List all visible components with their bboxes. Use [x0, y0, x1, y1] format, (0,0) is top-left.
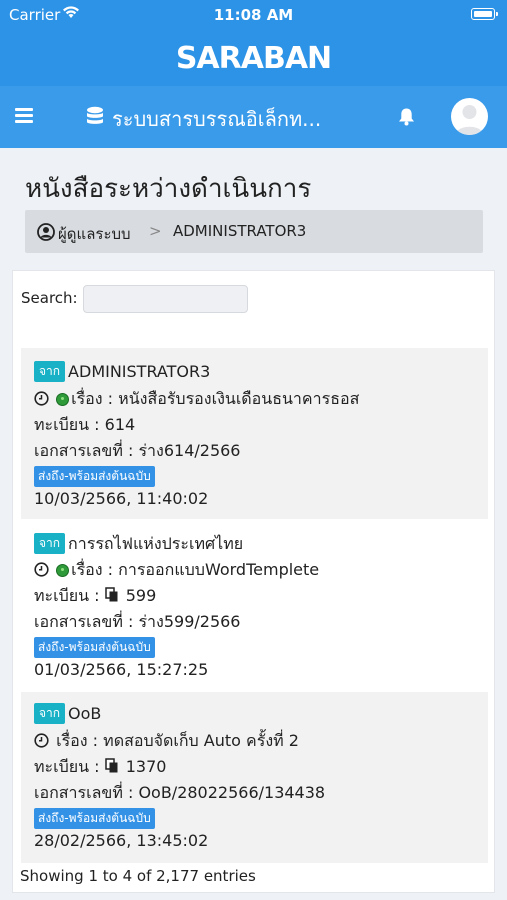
subject-label: เรื่อง : — [56, 731, 99, 750]
breadcrumb: ผู้ดูแลระบบ > ADMINISTRATOR3 — [25, 210, 483, 253]
status-dot-icon — [56, 393, 70, 406]
sender-name: OoB — [68, 704, 102, 723]
database-icon — [86, 106, 104, 132]
document-number-label: เอกสารเลขที่ : — [34, 612, 134, 631]
document-number: ร่าง614/2566 — [138, 441, 241, 460]
document-number-label: เอกสารเลขที่ : — [34, 441, 134, 460]
clock-icon — [34, 733, 49, 752]
document-list-item[interactable]: จาก OoB เรื่อง : ทดสอบจัดเก็บ Auto ครั้งท… — [21, 692, 488, 863]
register-label: ทะเบียน : — [34, 415, 100, 434]
register-label: ทะเบียน : — [34, 586, 100, 605]
bell-icon[interactable] — [398, 107, 415, 130]
subject-text: หนังสือรับรองเงินเดือนธนาคารธอส — [118, 389, 360, 408]
copy-icon — [104, 587, 119, 607]
register-number: 1370 — [125, 757, 167, 776]
from-badge: จาก — [34, 533, 66, 554]
breadcrumb-home-link[interactable]: ผู้ดูแลระบบ — [58, 222, 131, 246]
search-input[interactable] — [83, 285, 248, 313]
copy-icon — [104, 758, 119, 778]
user-circle-icon — [37, 223, 55, 245]
subject-label: เรื่อง : — [71, 389, 114, 408]
from-badge: จาก — [34, 361, 66, 382]
document-list-item[interactable]: จาก การรถไฟแห่งประเทศไทย เรื่อง : การออกแ… — [21, 521, 488, 692]
page-title: หนังสือระหว่างดำเนินการ — [25, 174, 312, 204]
entry-datetime: 10/03/2566, 11:40:02 — [34, 489, 209, 508]
sender-name: ADMINISTRATOR3 — [68, 362, 211, 381]
breadcrumb-current: ADMINISTRATOR3 — [173, 222, 307, 240]
document-number: ร่าง599/2566 — [138, 612, 241, 631]
document-list-item[interactable]: จาก ADMINISTRATOR3 เรื่อง : หนังสือรับรอง… — [21, 348, 488, 519]
breadcrumb-separator: > — [149, 222, 162, 240]
from-badge: จาก — [34, 703, 66, 724]
subject-label: เรื่อง : — [71, 560, 114, 579]
register-label: ทะเบียน : — [34, 757, 100, 776]
top-nav: ระบบสารบรรณอิเล็กท... — [0, 86, 507, 148]
entry-datetime: 28/02/2566, 13:45:02 — [34, 831, 209, 850]
battery-icon — [471, 8, 498, 20]
status-badge: ส่งถึง-พร้อมส่งต้นฉบับ — [34, 808, 155, 829]
nav-title: ระบบสารบรรณอิเล็กท... — [112, 107, 322, 131]
menu-icon[interactable] — [15, 108, 33, 124]
document-list-panel: Search: จาก ADMINISTRATOR3 เรื่อง : หนังส… — [12, 270, 495, 893]
sender-name: การรถไฟแห่งประเทศไทย — [68, 534, 244, 553]
status-dot-icon — [56, 564, 70, 577]
brand-logo: SARABAN — [175, 41, 332, 76]
register-number: 599 — [125, 586, 157, 605]
user-avatar[interactable] — [451, 98, 488, 135]
subject-text: ทดสอบจัดเก็บ Auto ครั้งที่ 2 — [103, 731, 299, 750]
document-number: OoB/28022566/134438 — [138, 783, 326, 802]
table-info: Showing 1 to 4 of 2,177 entries — [20, 867, 256, 885]
status-time: 11:08 AM — [213, 6, 294, 24]
clock-icon — [34, 391, 49, 410]
clock-icon — [34, 562, 49, 581]
search-label: Search: — [21, 289, 78, 307]
document-number-label: เอกสารเลขที่ : — [34, 783, 134, 802]
register-number: 614 — [104, 415, 136, 434]
subject-text: การออกแบบWordTemplete — [118, 560, 320, 579]
brand-bar: SARABAN — [0, 30, 507, 86]
entry-datetime: 01/03/2566, 15:27:25 — [34, 660, 209, 679]
status-bar: Carrier 11:08 AM — [0, 0, 507, 30]
status-badge: ส่งถึง-พร้อมส่งต้นฉบับ — [34, 466, 155, 487]
status-badge: ส่งถึง-พร้อมส่งต้นฉบับ — [34, 637, 155, 658]
